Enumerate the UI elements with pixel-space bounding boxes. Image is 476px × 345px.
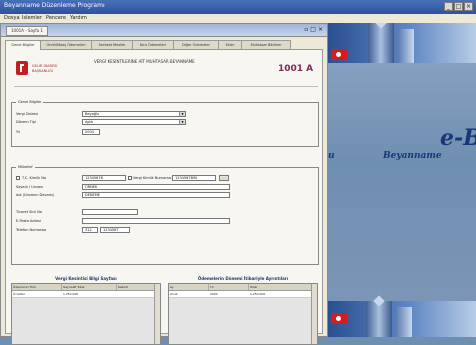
phone-label: Telefon Numarası [16,228,47,232]
table-cell: Ocak [170,292,178,296]
year-input[interactable]: 2004 [82,129,100,135]
table-row[interactable]: Ocak 2004 1.250.000 [169,291,317,298]
column-header: Tutar [249,284,312,290]
scrollbar[interactable] [154,284,160,344]
table-row[interactable]: Ücretler 1.250.000 [12,291,160,298]
building-image [398,29,414,63]
restore-icon[interactable]: ▫ [304,26,308,34]
phone-number-input[interactable]: 1234567 [100,227,130,233]
column-header: Yıl [209,284,249,290]
gib-logo-icon [16,61,28,75]
menu-item-window[interactable]: Pencere [46,15,66,21]
menu-item-file[interactable]: Dosya [4,15,20,21]
document-tab[interactable]: 1001A - Sayfa 1 [6,26,48,36]
lookup-button[interactable]: ... [219,175,229,181]
chevron-down-icon[interactable]: ▼ [179,112,185,116]
left-panel-table: Ödemenin Türü Gayrisafi Tutar Kesinti Üc… [11,283,161,345]
period-type-select[interactable]: Aylık ▼ [82,119,186,125]
desktop-background: e-B u Beyanname [328,23,476,337]
minimize-icon[interactable]: _ [444,2,453,11]
tower-image [366,301,392,337]
email-input[interactable] [82,218,230,224]
maximize-icon[interactable]: □ [310,26,316,34]
tab-summary[interactable]: Muhtasar Bildirim [241,40,291,49]
vkn-label: Vergi Kimlik Numarası [133,176,172,180]
form-number: 1001 A [278,64,314,74]
document-window-titlebar: 1001A - Sayfa 1 ▫ □ × [1,24,327,37]
chevron-down-icon[interactable]: ▼ [179,120,185,124]
general-info-title: Genel Bilgiler [16,100,44,104]
brand-sub-left: u [328,151,335,161]
form-title: VERGİ KESİNTİLERİNE AİT MUHTASAR BEYANNA… [94,59,195,64]
table-header: Ödemenin Türü Gayrisafi Tutar Kesinti [12,284,160,291]
surname-label: Soyadı / Unvanı [16,185,44,189]
flag-icon [331,49,347,60]
tab-attachments[interactable]: Ekler [218,40,242,49]
period-type-value: Aylık [85,120,94,124]
close-icon[interactable]: × [464,2,473,11]
firstname-label: Adı (Unvanın Devamı) [16,193,55,197]
logo-text: GELİR İDARESİ BAŞKANLIĞI [32,64,58,73]
right-panel-title: Ödemelerin Dönemi İtibariyle Ayrıntıları [197,276,289,281]
form-page: GELİR İDARESİ BAŞKANLIĞI VERGİ KESİNTİLE… [5,50,323,345]
column-header: Gayrisafi Tutar [62,284,117,290]
table-cell: 2004 [210,292,218,296]
period-type-label: Dönem Tipi [16,120,36,124]
building-image [396,307,412,337]
general-info-group: Genel Bilgiler Vergi Dairesi Beyoğlu ▼ D… [11,100,319,147]
table-cell: 1.250.000 [250,292,266,296]
tax-office-label: Vergi Dairesi [16,112,39,116]
brand-logo-text: e-B [440,125,476,151]
taxpayer-group: Mükellef T.C. Kimlik No 12345678 Vergi K… [11,165,319,265]
column-header: Ay [169,284,209,290]
tab-wages[interactable]: Ücret/Maaş Ödemeleri [40,40,92,49]
tab-rent[interactable]: Kira Ödemeleri [132,40,174,49]
table-header: Ay Yıl Tutar [169,284,317,291]
phone-area-input[interactable]: 312 [82,227,98,233]
email-label: E-Posta Adresi [16,219,41,223]
form-tab-strip: Genel Bilgiler Ücret/Maaş Ödemeleri Serb… [5,40,323,50]
table-cell: 1.250.000 [63,292,79,296]
tab-general[interactable]: Genel Bilgiler [5,40,41,50]
close-icon[interactable]: × [318,26,323,34]
scrollbar[interactable] [311,284,317,344]
app-title: Beyanname Düzenleme Programı [4,2,105,9]
document-window-controls: ▫ □ × [304,26,323,34]
brand-subtitle: Beyanname [383,151,442,161]
taxpayer-title: Mükellef [16,165,35,169]
header-divider [14,86,318,87]
year-label: Yıl [16,130,21,134]
flag-icon [331,313,347,324]
tckn-radio[interactable] [16,176,20,180]
maximize-icon[interactable]: □ [454,2,463,11]
trade-registry-input[interactable] [82,209,138,215]
banner-top [328,23,476,63]
tower-image [368,23,394,63]
tab-freelance[interactable]: Serbest Meslek [91,40,133,49]
table-cell [117,291,155,297]
right-panel-table: Ay Yıl Tutar Ocak 2004 1.250.000 [168,283,318,345]
trade-registry-label: Ticaret Sicil No [16,210,43,214]
menu-item-actions[interactable]: Islemler [22,15,42,21]
column-header: Ödemenin Türü [12,284,62,290]
tax-office-select[interactable]: Beyoğlu ▼ [82,111,186,117]
banner-bottom [328,301,476,337]
document-window: 1001A - Sayfa 1 ▫ □ × Genel Bilgiler Ücr… [0,23,328,345]
tckn-label: T.C. Kimlik No [22,176,47,180]
tckn-input[interactable]: 12345678 [82,175,126,181]
firstname-input[interactable]: DENEME [82,192,230,198]
surname-input[interactable]: ÖRNEK [82,184,230,190]
left-panel-title: Vergi Kesintisi Bilgi Sayfası [55,276,117,281]
window-controls: _ □ × [444,2,473,11]
vkn-radio[interactable] [128,176,132,180]
table-cell: Ücretler [13,292,25,296]
column-header: Kesinti [117,284,155,290]
vkn-input[interactable]: 1234567890 [172,175,216,181]
app-title-bar: Beyanname Düzenleme Programı _ □ × [0,0,476,14]
menu-item-help[interactable]: Yardım [70,15,87,21]
tax-office-value: Beyoğlu [85,112,100,116]
tab-other-payments[interactable]: Diğer Ödemeler [173,40,219,49]
